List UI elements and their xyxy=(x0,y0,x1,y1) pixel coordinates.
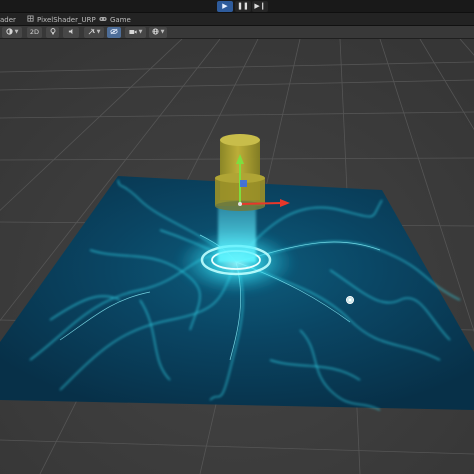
tab-label: PixelShader_URP xyxy=(37,15,96,24)
audio-icon xyxy=(68,28,75,37)
shading-mode-icon xyxy=(5,28,13,37)
mode-2d-label: 2D xyxy=(29,28,40,37)
tab-shader[interactable]: ader xyxy=(0,13,16,26)
scene-view-toolbar: ▼ 2D ▼ ▼ ▼ xyxy=(0,26,474,39)
editor-tab-bar: ader PixelShader_URP Game xyxy=(0,13,474,26)
toggle-2d-button[interactable]: 2D xyxy=(27,27,42,38)
camera-settings-dropdown[interactable]: ▼ xyxy=(125,27,146,38)
light-bulb-icon xyxy=(50,28,56,37)
play-icon: ▶ xyxy=(222,2,228,10)
audio-toggle[interactable] xyxy=(63,27,79,38)
shading-mode-dropdown[interactable]: ▼ xyxy=(2,27,22,38)
pause-button[interactable]: ❚❚ xyxy=(235,1,251,12)
scene-render xyxy=(0,39,474,474)
chevron-down-icon: ▼ xyxy=(14,29,19,35)
chevron-down-icon: ▼ xyxy=(138,29,143,35)
tab-game[interactable]: Game xyxy=(99,13,131,26)
chevron-down-icon: ▼ xyxy=(96,29,101,35)
hidden-objects-toggle[interactable] xyxy=(107,27,121,38)
play-button[interactable]: ▶ xyxy=(217,1,233,12)
play-controls-bar: ▶ ❚❚ ▶❙ xyxy=(0,0,474,13)
scene-viewport[interactable] xyxy=(0,39,474,474)
camera-icon xyxy=(128,29,137,37)
lighting-toggle[interactable] xyxy=(46,27,59,38)
effects-dropdown[interactable]: ▼ xyxy=(84,27,104,38)
gizmo-x-axis[interactable] xyxy=(239,202,283,205)
visibility-icon xyxy=(110,28,118,37)
pause-icon: ❚❚ xyxy=(237,2,249,10)
tab-label: Game xyxy=(110,15,131,24)
step-button[interactable]: ▶❙ xyxy=(252,1,268,12)
gizmo-plane-handle[interactable] xyxy=(240,180,247,187)
tab-label: ader xyxy=(0,15,16,24)
step-icon: ▶❙ xyxy=(254,2,266,10)
tab-scene[interactable]: PixelShader_URP xyxy=(27,13,96,26)
chevron-down-icon: ▼ xyxy=(160,29,165,35)
game-controller-icon xyxy=(99,16,107,24)
scene-icon xyxy=(27,15,34,24)
effects-icon xyxy=(88,28,95,37)
gizmos-icon xyxy=(152,28,159,37)
gizmos-dropdown[interactable]: ▼ xyxy=(149,27,167,38)
